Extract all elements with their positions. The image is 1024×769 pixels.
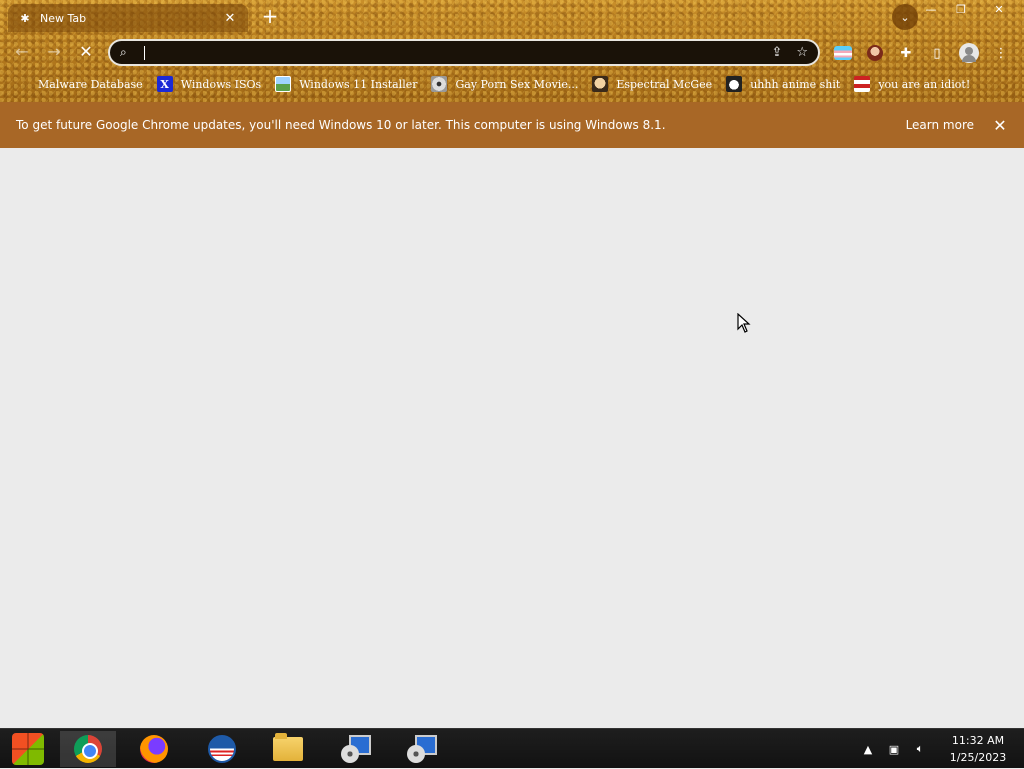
address-input[interactable] bbox=[151, 45, 772, 60]
obama-logo-icon bbox=[208, 735, 236, 763]
x-icon: X bbox=[156, 76, 173, 92]
page-content bbox=[0, 148, 1024, 728]
stop-icon: ✕ bbox=[79, 42, 93, 61]
bookmark-anime[interactable]: uhhh anime shit bbox=[726, 76, 840, 92]
clock[interactable]: 11:32 AM 1/25/2023 bbox=[936, 732, 1020, 766]
puzzle-icon: ✚ bbox=[900, 45, 912, 61]
tab-new-tab[interactable]: ✱ New Tab ✕ bbox=[8, 4, 248, 32]
bookmark-label: uhhh anime shit bbox=[750, 77, 841, 91]
bookmark-star-icon[interactable]: ☆ bbox=[796, 45, 808, 60]
close-window-button[interactable]: ✕ bbox=[978, 0, 1020, 18]
taskbar-file-explorer[interactable] bbox=[260, 731, 316, 767]
browser-frame: ✱ New Tab ✕ + ⌄ — ❐ ✕ ← → ✕ ⌕ ⇪ ☆ ✚ ▯ ⋮ … bbox=[0, 0, 1024, 102]
flag-icon bbox=[834, 46, 852, 60]
extension-avatar-button[interactable] bbox=[864, 42, 886, 64]
taskbar-chrome[interactable] bbox=[60, 731, 116, 767]
loading-spinner-icon: ✱ bbox=[20, 11, 30, 25]
taskbar-setup-2[interactable] bbox=[392, 731, 448, 767]
face-icon bbox=[592, 76, 609, 92]
bookmark-label: Windows 11 Installer bbox=[299, 77, 418, 91]
taskbar-obama[interactable] bbox=[194, 731, 250, 767]
firefox-icon bbox=[140, 735, 168, 763]
anime-icon bbox=[726, 76, 743, 92]
setup-icon bbox=[407, 735, 437, 763]
volume-icon[interactable]: 🔈︎ bbox=[910, 742, 930, 756]
learn-more-link[interactable]: Learn more bbox=[906, 118, 974, 132]
taskbar-firefox[interactable] bbox=[126, 731, 182, 767]
malware-icon bbox=[14, 76, 30, 92]
side-panel-button[interactable]: ▯ bbox=[926, 42, 948, 64]
profile-button[interactable] bbox=[958, 42, 980, 64]
infobar-message: To get future Google Chrome updates, you… bbox=[16, 118, 666, 132]
start-logo-icon bbox=[12, 733, 44, 765]
bookmarks-bar: Malware Database X Windows ISOs Windows … bbox=[14, 74, 970, 94]
extension-flag-button[interactable] bbox=[832, 42, 854, 64]
disc-icon bbox=[431, 76, 448, 92]
extensions-button[interactable]: ✚ bbox=[895, 42, 917, 64]
avatar-icon bbox=[867, 45, 883, 61]
omnibox[interactable]: ⌕ ⇪ ☆ bbox=[108, 39, 820, 66]
clock-date: 1/25/2023 bbox=[949, 751, 1007, 764]
window-controls: — ❐ ✕ bbox=[914, 0, 1020, 18]
bookmark-label: Espectral McGee bbox=[616, 77, 713, 91]
image-icon bbox=[275, 76, 292, 92]
setup-icon bbox=[341, 735, 371, 763]
bookmark-label: Windows ISOs bbox=[180, 77, 262, 91]
bookmark-windows-isos[interactable]: X Windows ISOs bbox=[156, 76, 262, 92]
tab-close-icon[interactable]: ✕ bbox=[222, 11, 238, 26]
bookmark-windows-11-installer[interactable]: Windows 11 Installer bbox=[275, 76, 417, 92]
system-tray: ▲ ▣ 🔈︎ 11:32 AM 1/25/2023 bbox=[858, 729, 1024, 769]
share-icon[interactable]: ⇪ bbox=[771, 45, 782, 60]
update-infobar: To get future Google Chrome updates, you… bbox=[0, 102, 1024, 148]
chevron-up-icon[interactable]: ▲ bbox=[858, 743, 878, 756]
back-button[interactable]: ← bbox=[12, 42, 32, 62]
stop-button[interactable]: ✕ bbox=[76, 42, 96, 62]
bookmark-movie[interactable]: Gay Porn Sex Movie... bbox=[431, 76, 578, 92]
text-caret bbox=[144, 45, 145, 60]
restore-button[interactable]: ❐ bbox=[948, 0, 974, 18]
close-icon[interactable]: ✕ bbox=[992, 116, 1008, 135]
bookmark-you-are-an-idiot[interactable]: you are an idiot! bbox=[854, 76, 970, 92]
side-panel-icon: ▯ bbox=[933, 45, 941, 61]
taskbar: ▲ ▣ 🔈︎ 11:32 AM 1/25/2023 bbox=[0, 728, 1024, 768]
new-tab-button[interactable]: + bbox=[260, 6, 280, 27]
bookmark-malware-database[interactable]: Malware Database bbox=[14, 76, 143, 92]
folder-icon bbox=[273, 733, 303, 761]
start-button[interactable] bbox=[0, 731, 56, 767]
profile-icon bbox=[959, 43, 979, 63]
bookmark-label: you are an idiot! bbox=[878, 77, 971, 91]
bookmark-espectral-mcgee[interactable]: Espectral McGee bbox=[592, 76, 712, 92]
bookmark-label: Gay Porn Sex Movie... bbox=[455, 77, 579, 91]
kebab-menu-icon: ⋮ bbox=[994, 45, 1008, 61]
tab-title: New Tab bbox=[40, 11, 87, 25]
forward-arrow-icon: → bbox=[47, 42, 61, 61]
clock-time: 11:32 AM bbox=[951, 734, 1005, 747]
chevron-down-icon: ⌄ bbox=[900, 10, 910, 24]
menu-button[interactable]: ⋮ bbox=[990, 42, 1012, 64]
forward-button[interactable]: → bbox=[44, 42, 64, 62]
network-icon[interactable]: ▣ bbox=[884, 743, 904, 756]
bookmark-label: Malware Database bbox=[38, 77, 143, 91]
minimize-button[interactable]: — bbox=[918, 0, 944, 18]
chrome-icon bbox=[74, 735, 102, 763]
flag-icon bbox=[854, 76, 871, 92]
back-arrow-icon: ← bbox=[15, 42, 29, 61]
search-icon: ⌕ bbox=[120, 45, 127, 59]
taskbar-setup-1[interactable] bbox=[326, 731, 382, 767]
